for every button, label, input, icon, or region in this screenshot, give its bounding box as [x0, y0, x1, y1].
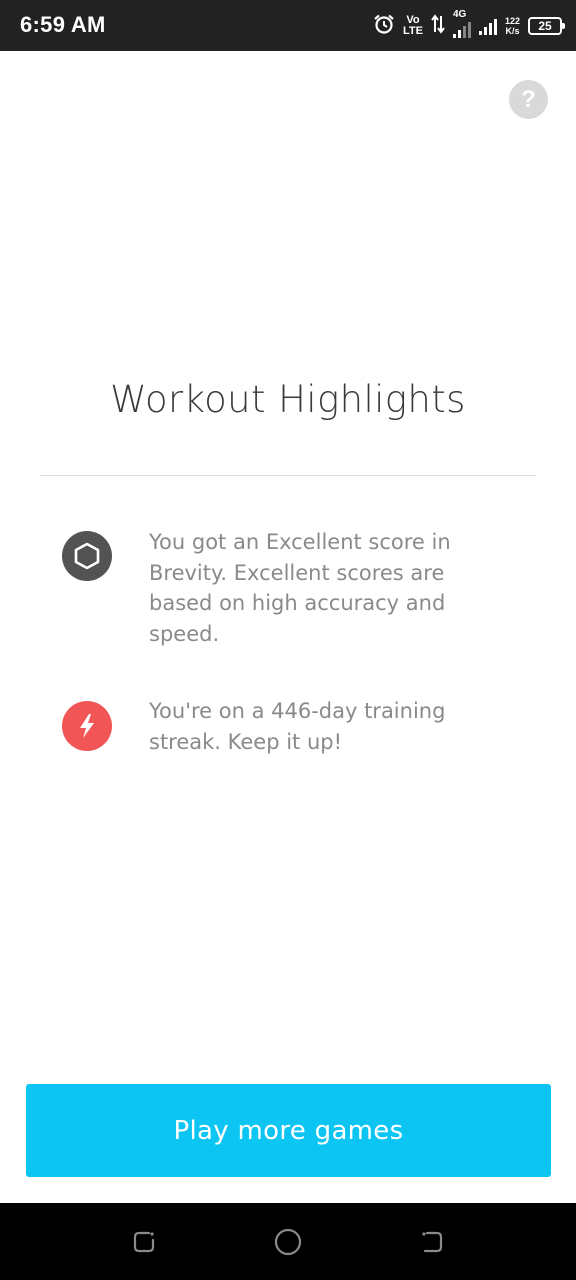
highlight-item: You got an Excellent score in Brevity. E… [62, 527, 502, 649]
lightning-icon [62, 701, 112, 751]
divider [40, 475, 536, 476]
hexagon-icon [62, 531, 112, 581]
network-speed: 122 K/s [504, 16, 520, 36]
recents-icon[interactable] [129, 1227, 159, 1257]
highlight-item: You're on a 446-day training streak. Kee… [62, 696, 502, 757]
signal-icon [478, 17, 497, 35]
volte-indicator: Vo LTE [403, 14, 423, 37]
battery-icon: 25 [528, 17, 565, 35]
page-title: Workout Highlights [110, 378, 466, 421]
highlight-text: You got an Excellent score in Brevity. E… [149, 530, 451, 646]
back-icon[interactable] [417, 1227, 447, 1257]
network-type: 4G [452, 9, 467, 20]
data-arrows-icon [431, 14, 445, 38]
help-button[interactable]: ? [509, 80, 548, 119]
alarm-icon [373, 13, 395, 39]
highlight-text: You're on a 446-day training streak. Kee… [149, 699, 446, 754]
nav-bar [0, 1203, 576, 1280]
home-icon[interactable] [273, 1227, 303, 1257]
signal-icon [452, 20, 471, 38]
battery-level: 25 [538, 19, 552, 33]
status-time: 6:59 AM [20, 12, 106, 37]
play-more-games-button[interactable]: Play more games [26, 1084, 551, 1177]
status-icons: Vo LTE 4G 122 K/s 25 [373, 9, 565, 42]
help-icon: ? [521, 85, 536, 113]
status-bar: 6:59 AM Vo LTE 4G 122 K/s 25 [0, 0, 576, 51]
